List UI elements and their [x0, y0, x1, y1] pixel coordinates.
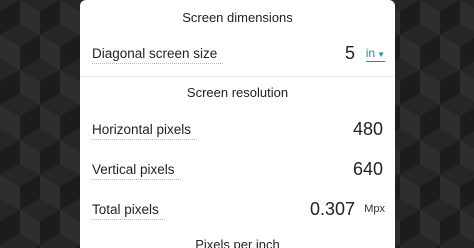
total-pixels-value[interactable]: 0.307 [310, 199, 355, 220]
vertical-pixels-label: Vertical pixels [92, 162, 181, 180]
total-pixels-unit: Mpx [364, 203, 385, 215]
section-title-dimensions: Screen dimensions [182, 10, 293, 25]
horizontal-pixels-input[interactable]: 480 [353, 119, 383, 140]
diagonal-size-label: Diagonal screen size [92, 46, 224, 64]
diagonal-size-row: Diagonal screen size 5 in ▼ [92, 38, 385, 68]
vertical-pixels-input[interactable]: 640 [353, 159, 383, 180]
total-pixels-row: Total pixels 0.307 Mpx [92, 194, 385, 224]
calculator-card: Screen dimensions Diagonal screen size 5… [80, 0, 395, 248]
total-pixels-label: Total pixels [92, 202, 165, 220]
diagonal-unit-select[interactable]: in ▼ [365, 46, 385, 62]
horizontal-pixels-label: Horizontal pixels [92, 122, 198, 140]
diagonal-size-input[interactable]: 5 [345, 43, 355, 64]
chevron-down-icon: ▼ [377, 50, 385, 59]
section-title-ppi: Pixels per inch [195, 237, 280, 248]
section-divider [80, 76, 395, 77]
section-title-resolution: Screen resolution [186, 85, 289, 100]
vertical-pixels-row: Vertical pixels 640 [92, 154, 385, 184]
diagonal-unit-value: in [365, 46, 376, 60]
horizontal-pixels-row: Horizontal pixels 480 [92, 114, 385, 144]
